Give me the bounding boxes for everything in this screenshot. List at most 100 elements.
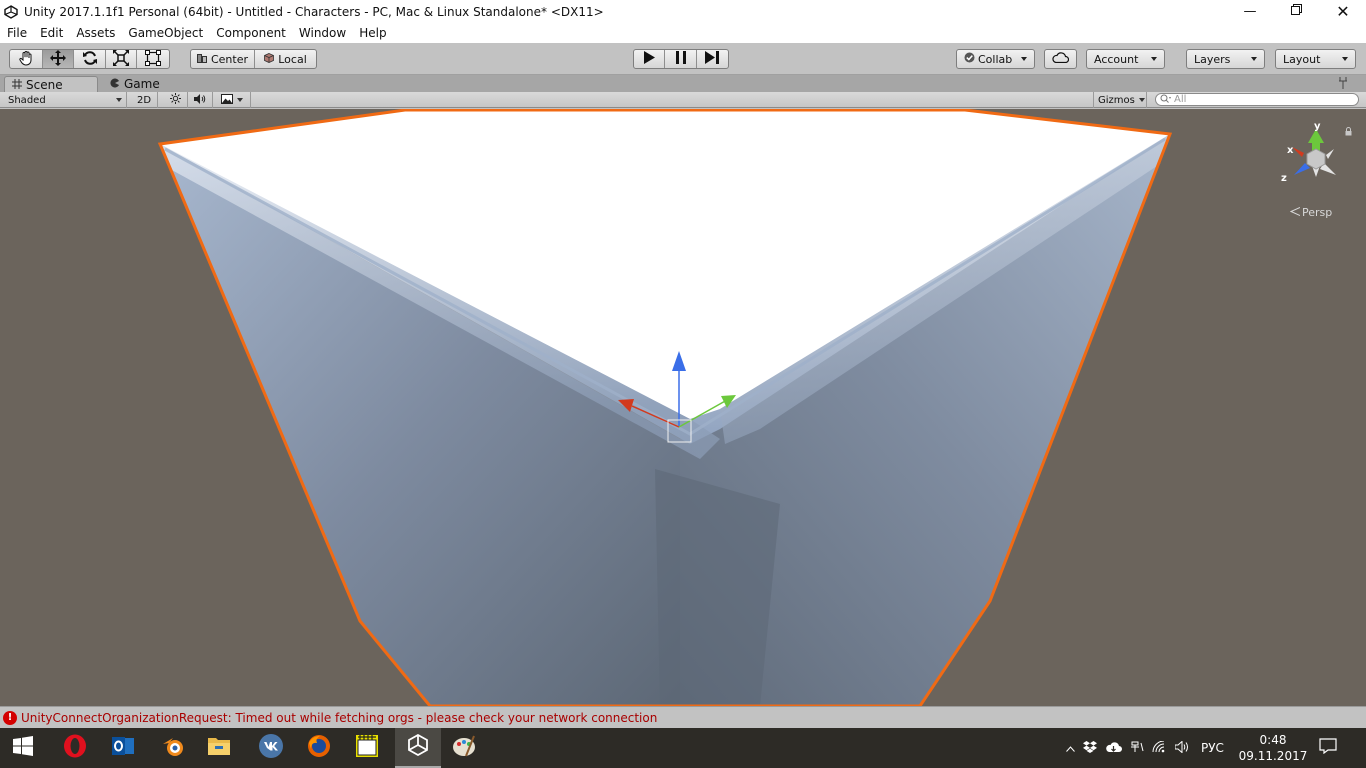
speaker-icon: [194, 93, 206, 107]
tab-scene[interactable]: Scene: [4, 76, 98, 92]
maximize-button[interactable]: [1273, 0, 1319, 23]
restore-icon: [1290, 4, 1302, 19]
play-icon: [643, 51, 656, 67]
cloud-button[interactable]: [1044, 49, 1077, 69]
taskbar-outlook[interactable]: [100, 728, 146, 768]
tab-game[interactable]: Game: [103, 76, 193, 92]
title-bar: Unity 2017.1.1f1 Personal (64bit) - Unti…: [0, 0, 1366, 23]
projection-label: Persp: [1302, 206, 1333, 219]
scene-canvas: [157, 109, 1173, 706]
taskbar-media-player[interactable]: [344, 728, 390, 768]
paint-icon: [452, 734, 476, 762]
vk-icon: [259, 734, 283, 762]
opera-icon: [63, 734, 87, 762]
shading-mode-dropdown[interactable]: Shaded: [4, 92, 127, 108]
taskbar-explorer[interactable]: [196, 728, 242, 768]
blender-icon: [161, 734, 185, 762]
collab-dropdown[interactable]: Collab: [956, 49, 1035, 69]
taskbar-unity[interactable]: [395, 728, 441, 768]
window-title: Unity 2017.1.1f1 Personal (64bit) - Unti…: [24, 4, 604, 19]
unity-icon: [407, 733, 429, 760]
minimize-button[interactable]: —: [1227, 0, 1273, 23]
pivot-toggles: Center Local: [190, 49, 317, 69]
gizmo-x-label: x: [1287, 145, 1294, 156]
windows-taskbar: РУС 0:48 09.11.2017: [0, 728, 1366, 768]
menu-gameobject[interactable]: GameObject: [121, 26, 209, 40]
menu-component[interactable]: Component: [209, 26, 292, 40]
layout-dropdown[interactable]: Layout: [1275, 49, 1356, 69]
step-icon: [705, 51, 720, 67]
onedrive-icon[interactable]: [1105, 741, 1122, 756]
pivot-local-button[interactable]: Local: [255, 50, 316, 68]
wifi-icon[interactable]: [1152, 740, 1167, 756]
step-button[interactable]: [697, 50, 728, 68]
system-tray: РУС: [1066, 728, 1224, 768]
2d-toggle-label: 2D: [136, 94, 152, 106]
layers-dropdown[interactable]: Layers: [1186, 49, 1265, 69]
gizmos-dropdown[interactable]: Gizmos: [1093, 92, 1147, 108]
cloud-icon: [1052, 52, 1070, 66]
selected-mesh[interactable]: [157, 109, 1173, 706]
menu-assets[interactable]: Assets: [69, 26, 121, 40]
close-button[interactable]: ✕: [1320, 0, 1366, 23]
rotate-tool-button[interactable]: [74, 50, 106, 68]
move-icon: [49, 50, 66, 68]
taskbar-opera[interactable]: [52, 728, 98, 768]
status-message: UnityConnectOrganizationRequest: Timed o…: [21, 710, 658, 725]
play-button[interactable]: [634, 50, 666, 68]
console-status-bar[interactable]: ! UnityConnectOrganizationRequest: Timed…: [0, 706, 1366, 728]
language-indicator[interactable]: РУС: [1201, 741, 1224, 755]
scene-search-input[interactable]: All: [1155, 93, 1359, 106]
menu-window[interactable]: Window: [292, 26, 352, 40]
account-dropdown[interactable]: Account: [1086, 49, 1165, 69]
gizmos-label: Gizmos: [1098, 94, 1135, 106]
hand-tool-button[interactable]: [10, 50, 43, 68]
clock[interactable]: 0:48 09.11.2017: [1239, 728, 1308, 768]
volume-icon[interactable]: [1174, 739, 1190, 756]
rect-tool-button[interactable]: [137, 50, 169, 68]
dropbox-icon[interactable]: [1083, 740, 1097, 756]
action-center-button[interactable]: [1305, 728, 1351, 768]
2d-toggle[interactable]: 2D: [131, 92, 158, 108]
pivot-center-button[interactable]: Center: [191, 50, 255, 68]
start-button[interactable]: [0, 728, 46, 768]
tab-menu-icon[interactable]: [1338, 77, 1348, 92]
collab-label: Collab: [978, 52, 1013, 66]
lighting-toggle[interactable]: [163, 92, 188, 108]
hand-icon: [18, 50, 34, 68]
tab-bar: Scene Game: [0, 75, 1366, 92]
account-label: Account: [1094, 52, 1139, 66]
pause-button[interactable]: [665, 50, 697, 68]
error-icon: !: [3, 710, 17, 725]
scale-tool-button[interactable]: [106, 50, 138, 68]
clock-time: 0:48: [1259, 733, 1287, 747]
lock-icon[interactable]: [1345, 121, 1352, 140]
grid-icon: [12, 78, 22, 92]
keyboard-settings-icon[interactable]: [1130, 741, 1144, 756]
projection-toggle[interactable]: Persp: [1289, 206, 1333, 219]
audio-toggle[interactable]: [188, 92, 213, 108]
pause-icon: [675, 51, 686, 67]
tray-expand-icon[interactable]: [1066, 741, 1075, 755]
taskbar-firefox[interactable]: [296, 728, 342, 768]
image-icon: [221, 93, 233, 107]
rect-icon: [145, 50, 162, 68]
effects-dropdown[interactable]: [217, 92, 251, 108]
scene-viewport[interactable]: y x z Persp: [0, 109, 1366, 706]
move-tool-button[interactable]: [42, 50, 75, 68]
firefox-icon: [307, 734, 331, 762]
menu-edit[interactable]: Edit: [33, 26, 69, 40]
play-controls: [633, 49, 729, 69]
menu-help[interactable]: Help: [352, 26, 392, 40]
tab-game-label: Game: [124, 77, 160, 91]
tab-scene-label: Scene: [26, 77, 63, 92]
taskbar-paint[interactable]: [441, 728, 487, 768]
minimize-icon: —: [1243, 4, 1257, 19]
menu-file[interactable]: File: [0, 26, 33, 40]
collab-content: Collab: [964, 52, 1012, 66]
taskbar-vk[interactable]: [248, 728, 294, 768]
taskbar-blender[interactable]: [150, 728, 196, 768]
pacman-icon: [110, 77, 120, 91]
local-cube-icon: [264, 52, 275, 66]
scene-orientation-gizmo[interactable]: y x z Persp: [1280, 113, 1352, 223]
